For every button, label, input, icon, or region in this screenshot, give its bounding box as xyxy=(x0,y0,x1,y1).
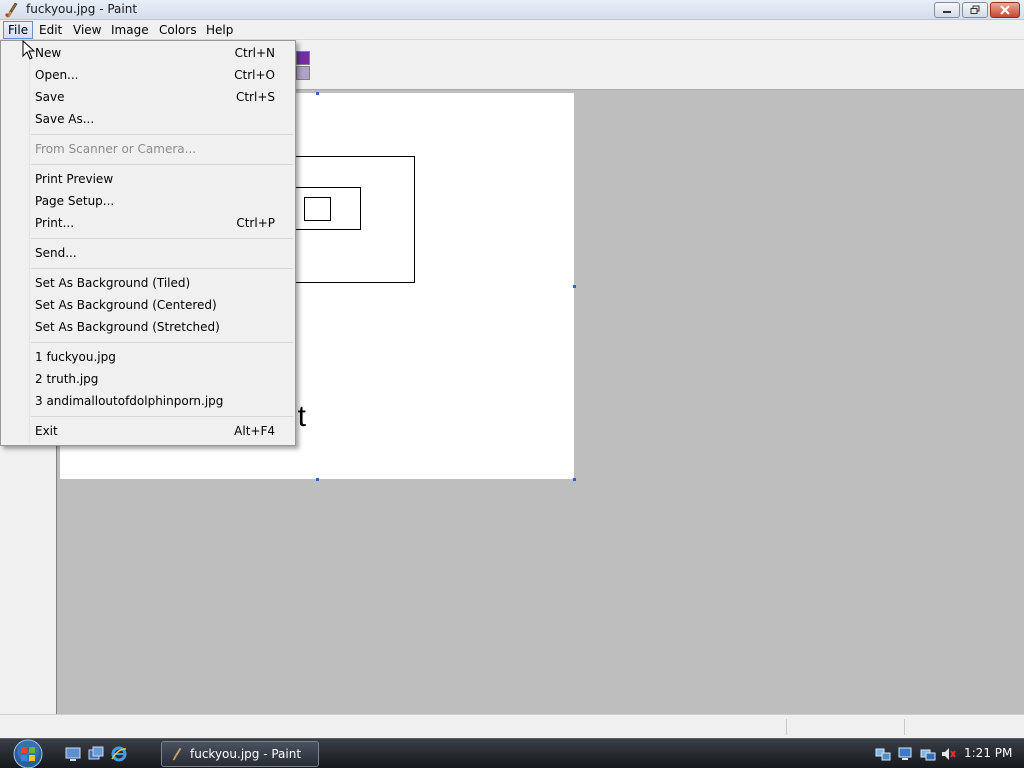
menu-item-recent-file[interactable]: 3 andimalloutofdolphinporn.jpg xyxy=(3,391,293,411)
menu-separator xyxy=(31,342,293,343)
close-button[interactable] xyxy=(990,2,1020,18)
menu-item-label: 1 fuckyou.jpg xyxy=(35,350,116,364)
menu-item-open[interactable]: Open... Ctrl+O xyxy=(3,65,293,85)
status-divider xyxy=(786,719,787,735)
menu-item-recent-file[interactable]: 2 truth.jpg xyxy=(3,369,293,389)
menu-separator xyxy=(31,164,293,165)
file-menu-dropdown: New Ctrl+N Open... Ctrl+O Save Ctrl+S Sa… xyxy=(0,40,296,446)
window-title: fuckyou.jpg - Paint xyxy=(26,2,138,16)
restore-button[interactable] xyxy=(962,2,988,18)
menu-item-label: New xyxy=(35,46,62,60)
paint-brush-icon xyxy=(5,2,18,18)
windows-orb-icon[interactable] xyxy=(8,739,48,768)
volume-muted-icon[interactable] xyxy=(940,746,956,762)
paint-brush-icon xyxy=(172,747,182,761)
menu-item-bg-tiled[interactable]: Set As Background (Tiled) xyxy=(3,273,293,293)
menu-item-label: 2 truth.jpg xyxy=(35,372,99,386)
menu-item-save[interactable]: Save Ctrl+S xyxy=(3,87,293,107)
menu-item-label: Set As Background (Centered) xyxy=(35,298,217,312)
menu-item-shortcut: Ctrl+O xyxy=(234,68,275,82)
menu-item-new[interactable]: New Ctrl+N xyxy=(3,43,293,63)
taskbar-clock[interactable]: 1:21 PM xyxy=(964,746,1012,760)
mouse-cursor-icon xyxy=(22,40,36,60)
menu-item-print-preview[interactable]: Print Preview xyxy=(3,169,293,189)
menu-separator xyxy=(31,238,293,239)
menu-item-label: 3 andimalloutofdolphinporn.jpg xyxy=(35,394,224,408)
menu-file[interactable]: File xyxy=(3,21,34,39)
menu-view[interactable]: View xyxy=(69,21,105,39)
network-connection-icon[interactable] xyxy=(920,746,936,762)
show-desktop-icon[interactable] xyxy=(65,746,81,762)
menu-bar: File Edit View Image Colors Help xyxy=(0,20,1024,40)
menu-item-print[interactable]: Print... Ctrl+P xyxy=(3,213,293,233)
close-icon xyxy=(1000,5,1010,15)
menu-item-shortcut: Alt+F4 xyxy=(234,424,275,438)
restore-icon xyxy=(970,5,980,14)
menu-item-send[interactable]: Send... xyxy=(3,243,293,263)
status-divider xyxy=(904,719,905,735)
minimize-icon xyxy=(943,11,951,13)
menu-item-label: Save xyxy=(35,90,65,104)
title-bar[interactable]: fuckyou.jpg - Paint xyxy=(0,0,1024,20)
menu-item-label: Exit xyxy=(35,424,58,438)
status-bar xyxy=(0,714,1024,738)
menu-image[interactable]: Image xyxy=(107,21,153,39)
menu-item-bg-centered[interactable]: Set As Background (Centered) xyxy=(3,295,293,315)
internet-explorer-icon[interactable] xyxy=(111,746,127,762)
menu-edit[interactable]: Edit xyxy=(35,21,66,39)
menu-item-label: Page Setup... xyxy=(35,194,115,208)
menu-colors[interactable]: Colors xyxy=(155,21,201,39)
taskbar: fuckyou.jpg - Paint 1:21 PM xyxy=(0,738,1024,768)
menu-separator xyxy=(31,134,293,135)
menu-item-label: Open... xyxy=(35,68,79,82)
menu-separator xyxy=(31,268,293,269)
network-monitor-icon[interactable] xyxy=(897,746,913,762)
menu-item-label: Save As... xyxy=(35,112,95,126)
resize-handle-bottom[interactable] xyxy=(316,478,319,481)
menu-item-label: Set As Background (Tiled) xyxy=(35,276,191,290)
menu-item-label: Print... xyxy=(35,216,75,230)
palette-swatch-purple[interactable] xyxy=(296,51,310,65)
menu-item-recent-file[interactable]: 1 fuckyou.jpg xyxy=(3,347,293,367)
menu-item-label: From Scanner or Camera... xyxy=(35,142,197,156)
menu-item-shortcut: Ctrl+N xyxy=(234,46,275,60)
resize-handle-right[interactable] xyxy=(573,285,576,288)
menu-help[interactable]: Help xyxy=(202,21,237,39)
switch-windows-icon[interactable] xyxy=(88,746,104,762)
palette-swatch-lavender[interactable] xyxy=(296,66,310,80)
menu-item-shortcut: Ctrl+S xyxy=(235,90,275,104)
menu-item-shortcut: Ctrl+P xyxy=(236,216,275,230)
menu-separator xyxy=(31,416,293,417)
menu-item-exit[interactable]: Exit Alt+F4 xyxy=(3,421,293,441)
canvas-rectangle-small xyxy=(304,197,331,221)
menu-item-label: Set As Background (Stretched) xyxy=(35,320,220,334)
resize-handle-top[interactable] xyxy=(316,92,319,95)
taskbar-button-label: fuckyou.jpg - Paint xyxy=(190,747,302,761)
menu-item-bg-stretched[interactable]: Set As Background (Stretched) xyxy=(3,317,293,337)
taskbar-paint-button[interactable]: fuckyou.jpg - Paint xyxy=(161,741,319,767)
minimize-button[interactable] xyxy=(934,2,960,18)
menu-item-label: Send... xyxy=(35,246,77,260)
menu-item-from-scanner: From Scanner or Camera... xyxy=(3,139,293,159)
resize-handle-bottom-right[interactable] xyxy=(573,478,576,481)
menu-item-label: Print Preview xyxy=(35,172,114,186)
menu-item-page-setup[interactable]: Page Setup... xyxy=(3,191,293,211)
menu-item-save-as[interactable]: Save As... xyxy=(3,109,293,129)
network-icon[interactable] xyxy=(875,746,891,762)
